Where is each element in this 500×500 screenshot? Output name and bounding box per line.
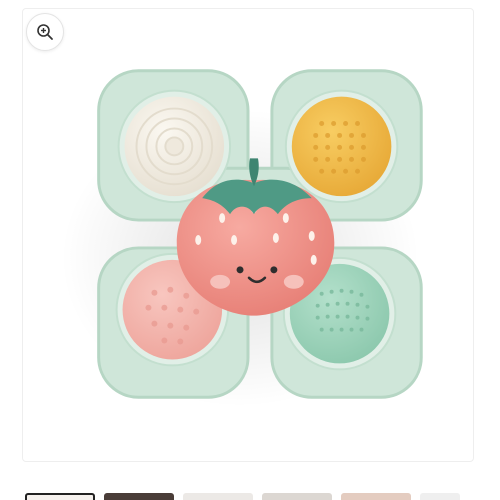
white-cup	[124, 96, 225, 197]
yellow-cup	[291, 96, 392, 197]
zoom-in-icon	[37, 24, 53, 40]
thumbnail-2[interactable]	[104, 493, 174, 500]
zoom-button[interactable]	[26, 13, 64, 51]
product-image-frame	[22, 8, 474, 462]
thumbnail-1[interactable]	[25, 493, 95, 500]
thumbnail-6[interactable]	[420, 493, 460, 500]
thumbnail-3[interactable]	[183, 493, 253, 500]
thumbnail-5[interactable]	[341, 493, 411, 500]
thumbnail-4[interactable]	[262, 493, 332, 500]
thumbnail-strip	[25, 493, 475, 500]
product-image	[60, 69, 423, 408]
